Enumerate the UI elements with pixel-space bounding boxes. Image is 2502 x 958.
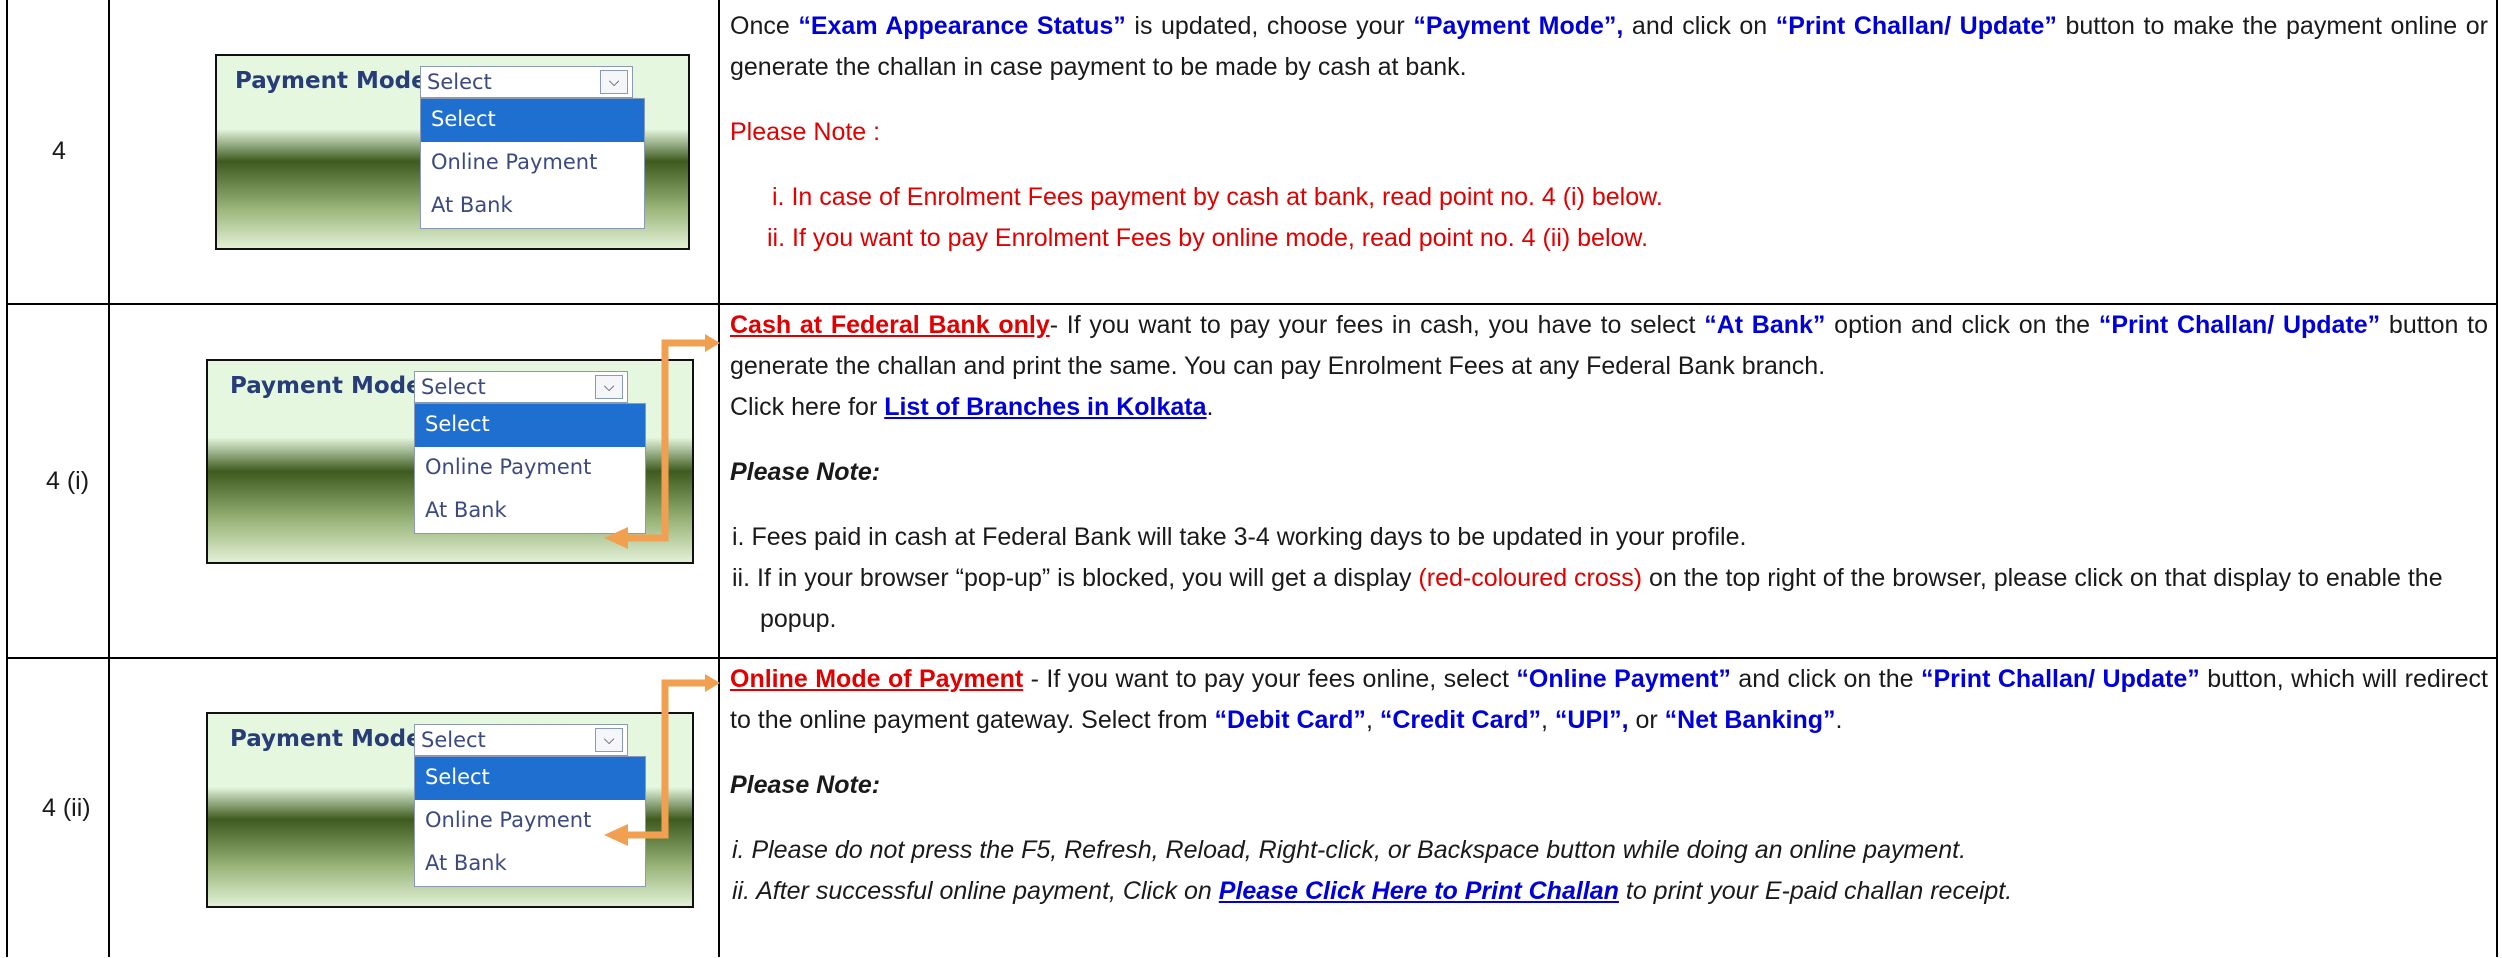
select-value: Select [427,70,492,94]
payment-mode-select[interactable]: Select ⌵ [414,724,628,756]
payment-mode-select[interactable]: Select ⌵ [420,66,633,98]
option-at-bank[interactable]: At Bank [421,185,644,228]
option-online-payment[interactable]: Online Payment [421,142,644,185]
list-item: i. Please do not press the F5, Refresh, … [732,836,1967,864]
option-select[interactable]: Select [421,99,644,142]
description-cell: Online Mode of Payment - If you want to … [718,657,2498,957]
step-number: 4 [6,0,110,305]
instructions-table: 4 Payment Mode: Select ⌵ Select Online P… [6,0,2498,957]
description-cell: Once “Exam Appearance Status” is updated… [718,0,2498,305]
paragraph: Online Mode of Payment - If you want to … [730,665,2488,734]
payment-mode-widget: Payment Mode: Select ⌵ Select Online Pay… [215,54,690,250]
screenshot-cell: Payment Mode: Select ⌵ Select Online Pay… [108,0,720,305]
paragraph: Cash at Federal Bank only- If you want t… [730,311,2488,380]
payment-mode-dropdown: Select Online Payment At Bank [414,756,646,887]
chevron-down-icon[interactable]: ⌵ [595,728,623,752]
payment-mode-label: Payment Mode: [235,68,436,94]
payment-mode-dropdown: Select Online Payment At Bank [414,403,646,534]
description-cell: Cash at Federal Bank only- If you want t… [718,303,2498,659]
list-item: i. In case of Enrolment Fees payment by … [772,183,1663,211]
option-online-payment[interactable]: Online Payment [415,800,645,843]
list-item: ii. After successful online payment, Cli… [732,877,2013,905]
option-select[interactable]: Select [415,757,645,800]
cash-heading: Cash at Federal Bank only [730,311,1050,339]
note-heading: Please Note: [730,771,881,799]
note-heading: Please Note : [730,118,881,146]
note-list: i. Fees paid in cash at Federal Bank wil… [730,517,2488,640]
online-heading: Online Mode of Payment [730,665,1024,693]
chevron-down-icon[interactable]: ⌵ [595,375,623,399]
note-list: i. In case of Enrolment Fees payment by … [730,177,2488,259]
step-number: 4 (ii) [6,657,110,957]
payment-mode-widget: Payment Mode: Select ⌵ Select Online Pay… [206,359,694,564]
chevron-down-icon[interactable]: ⌵ [600,70,628,94]
print-challan-link[interactable]: Please Click Here to Print Challan [1219,877,1619,905]
select-value: Select [421,728,486,752]
table-row: 4 (ii) Payment Mode: Select ⌵ Select Onl… [6,657,2498,957]
option-select[interactable]: Select [415,404,645,447]
payment-mode-label: Payment Mode: [230,373,431,399]
screenshot-cell: Payment Mode: Select ⌵ Select Online Pay… [108,303,720,659]
branches-link[interactable]: List of Branches in Kolkata [884,393,1206,421]
step-number: 4 (i) [6,303,110,659]
note-list: i. Please do not press the F5, Refresh, … [730,830,2488,912]
note-heading: Please Note: [730,458,881,486]
paragraph: Click here for List of Branches in Kolka… [730,393,1214,421]
option-at-bank[interactable]: At Bank [415,490,645,533]
table-row: 4 (i) Payment Mode: Select ⌵ Select Onli… [6,303,2498,659]
payment-mode-label: Payment Mode: [230,726,431,752]
table-row: 4 Payment Mode: Select ⌵ Select Online P… [6,0,2498,305]
option-online-payment[interactable]: Online Payment [415,447,645,490]
screenshot-cell: Payment Mode: Select ⌵ Select Online Pay… [108,657,720,957]
list-item: ii. If you want to pay Enrolment Fees by… [767,224,1649,252]
payment-mode-widget: Payment Mode: Select ⌵ Select Online Pay… [206,712,694,908]
select-value: Select [421,375,486,399]
payment-mode-dropdown: Select Online Payment At Bank [420,98,645,229]
option-at-bank[interactable]: At Bank [415,843,645,886]
payment-mode-select[interactable]: Select ⌵ [414,371,628,403]
list-item: ii. If in your browser “pop-up” is block… [732,564,2443,633]
list-item: i. Fees paid in cash at Federal Bank wil… [732,523,1747,551]
paragraph: Once “Exam Appearance Status” is updated… [730,12,2489,81]
